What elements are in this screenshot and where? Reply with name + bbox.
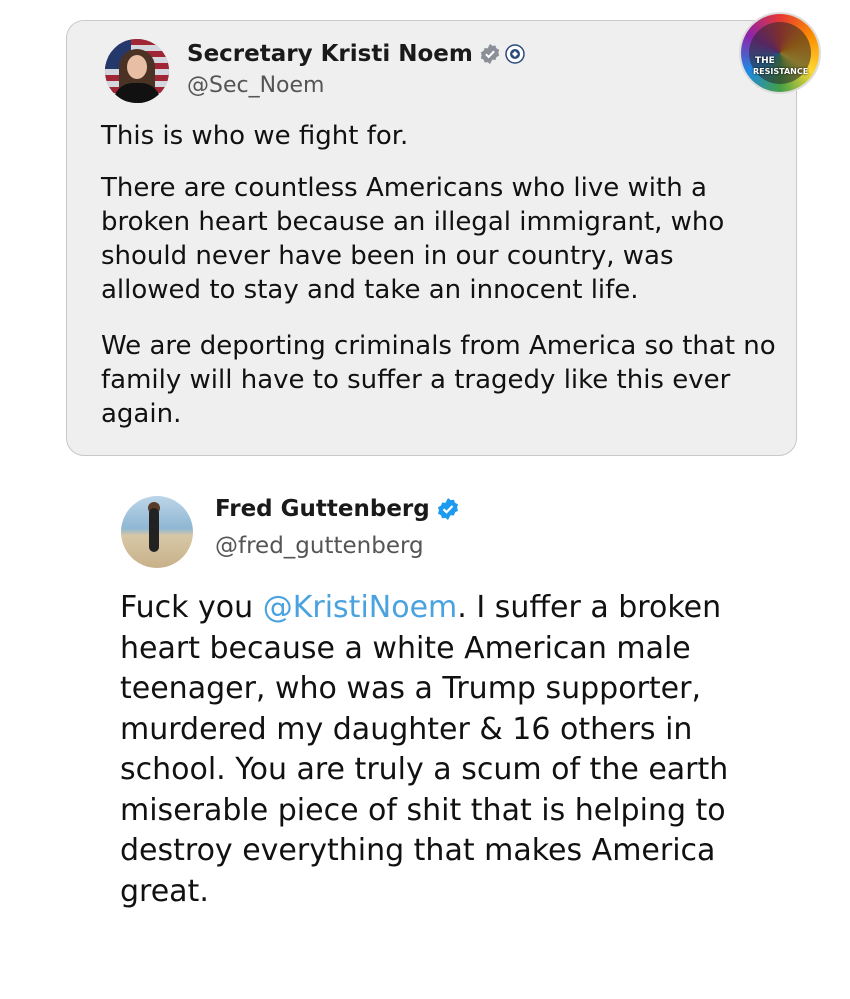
dhs-seal-icon [505,44,525,64]
watermark-text-line1: THE [755,56,775,66]
quoted-paragraph-2: There are countless Americans who live w… [101,173,725,305]
quoted-author-name[interactable]: Secretary Kristi Noem [187,41,473,67]
quoted-paragraph-3: We are deporting criminals from America … [101,331,776,429]
watermark-text-line2: RESISTANCE [753,67,809,76]
reply-post-text: Fuck you @KristiNoem. I suffer a broken … [120,588,780,912]
verified-badge-icon [480,43,500,65]
quoted-post-card[interactable]: Secretary Kristi Noem @Sec_Noem This is … [66,20,797,456]
quoted-paragraph-1: This is who we fight for. [101,121,409,151]
reply-text-after: . I suffer a broken heart because a whit… [120,590,729,909]
mention-link[interactable]: @KristiNoem [263,590,458,625]
reply-text-before: Fuck you [120,590,263,625]
reply-author-row: Fred Guttenberg [215,496,460,522]
quoted-author-handle[interactable]: @Sec_Noem [187,73,324,98]
quoted-author-row: Secretary Kristi Noem [187,41,525,67]
the-resistance-watermark-logo: THE RESISTANCE [741,14,819,92]
kristi-noem-avatar[interactable] [105,39,169,103]
fred-guttenberg-avatar[interactable] [121,496,193,568]
reply-author-name[interactable]: Fred Guttenberg [215,496,430,522]
reply-author-handle[interactable]: @fred_guttenberg [215,533,424,559]
verified-badge-icon [437,498,458,520]
